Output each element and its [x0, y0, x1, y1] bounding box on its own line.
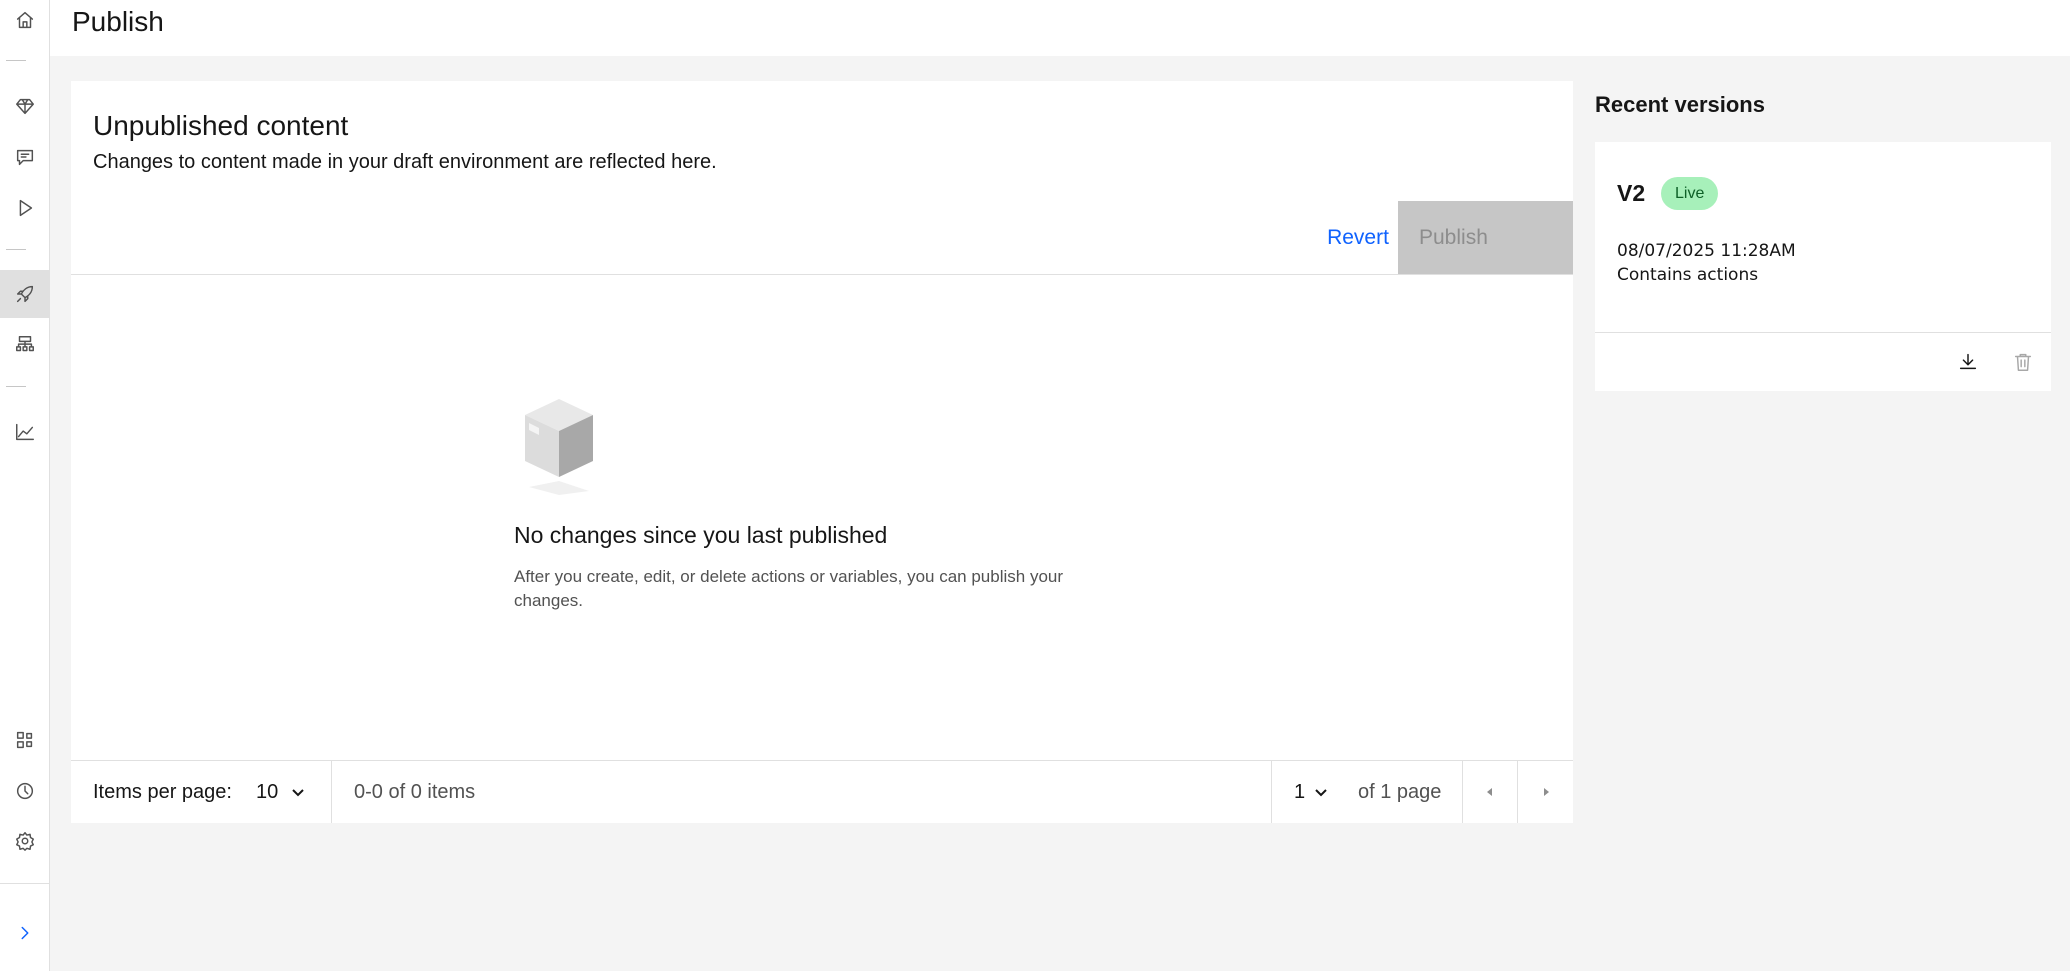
page-total-text: of 1 page	[1358, 780, 1442, 803]
environments-nav-button[interactable]	[0, 321, 50, 369]
integrations-nav-button[interactable]	[0, 716, 50, 764]
page-header: Publish	[50, 0, 2070, 56]
divider	[1271, 761, 1272, 823]
expand-nav-button[interactable]	[0, 909, 50, 957]
empty-state-description: After you create, edit, or delete action…	[514, 567, 1064, 610]
settings-nav-button[interactable]	[0, 817, 50, 865]
nav-divider	[6, 386, 26, 387]
current-page-value: 1	[1294, 780, 1306, 803]
version-note: Contains actions	[1617, 265, 1759, 285]
trash-icon	[2014, 353, 2032, 371]
diamond-icon	[16, 98, 34, 115]
items-per-page-value: 10	[256, 780, 279, 803]
unpublished-description: Changes to content made in your draft en…	[93, 151, 717, 173]
page-title: Publish	[72, 6, 164, 37]
pagination: Items per page: 10 0-0 of 0 items 1 of 1…	[71, 760, 1573, 823]
unpublished-content-card: Unpublished content Changes to content m…	[71, 81, 1573, 823]
publish-nav-button[interactable]	[0, 270, 50, 318]
empty-box-icon	[525, 399, 593, 495]
items-per-page-select[interactable]: 10	[256, 761, 306, 823]
history-icon	[16, 782, 34, 800]
history-nav-button[interactable]	[0, 767, 50, 815]
divider	[331, 761, 332, 823]
status-badge: Live	[1661, 177, 1719, 210]
home-icon	[16, 11, 34, 29]
play-icon	[19, 199, 33, 217]
items-per-page-label: Items per page:	[93, 780, 232, 803]
integrations-icon	[16, 731, 33, 749]
version-timestamp: 08/07/2025 11:28AM	[1617, 241, 1796, 261]
delete-version-button[interactable]	[2003, 342, 2043, 382]
publish-button[interactable]: Publish	[1398, 201, 1573, 275]
flow-icon	[16, 336, 34, 352]
next-page-button[interactable]	[1518, 761, 1573, 823]
conversations-nav-button[interactable]	[0, 133, 50, 181]
preview-nav-button[interactable]	[0, 184, 50, 232]
chat-icon	[16, 149, 34, 166]
previous-page-button[interactable]	[1462, 761, 1517, 823]
items-range-text: 0-0 of 0 items	[354, 780, 476, 803]
home-nav-button[interactable]	[0, 0, 50, 44]
page-select[interactable]: 1	[1294, 761, 1329, 823]
divider	[71, 274, 1573, 275]
settings-icon	[16, 832, 34, 851]
actions-nav-button[interactable]	[0, 82, 50, 130]
analytics-icon	[16, 423, 34, 441]
analyze-nav-button[interactable]	[0, 408, 50, 456]
recent-versions-title: Recent versions	[1595, 92, 1765, 117]
side-nav-rail	[0, 0, 50, 971]
version-name: V2	[1617, 180, 1646, 206]
divider	[1595, 332, 2051, 333]
download-icon	[1959, 353, 1977, 370]
nav-divider	[0, 883, 50, 884]
unpublished-title: Unpublished content	[93, 110, 349, 141]
chevron-down-icon	[1315, 789, 1327, 797]
download-version-button[interactable]	[1948, 342, 1988, 382]
rocket-icon	[16, 285, 34, 303]
chevron-down-icon	[292, 789, 304, 797]
expand-chevron-icon	[21, 926, 29, 940]
caret-right-icon	[1543, 788, 1549, 796]
nav-divider	[6, 60, 26, 61]
version-card: V2 Live 08/07/2025 11:28AM Contains acti…	[1595, 142, 2051, 391]
empty-state-title: No changes since you last published	[514, 522, 888, 548]
nav-divider	[6, 249, 26, 250]
caret-left-icon	[1486, 788, 1492, 796]
